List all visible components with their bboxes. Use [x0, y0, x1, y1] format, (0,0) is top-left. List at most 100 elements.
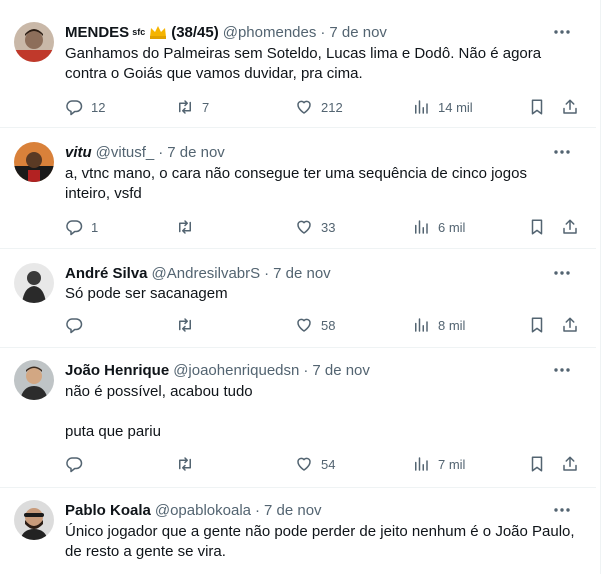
- reply-button[interactable]: [65, 454, 91, 474]
- bookmark-button[interactable]: [528, 315, 546, 335]
- like-button[interactable]: 58: [295, 315, 335, 335]
- reply-icon: [66, 100, 83, 116]
- tweet-actions: 1 33 6 mil: [65, 217, 585, 237]
- tweet-actions: 12 7 212 14 mil: [65, 97, 585, 117]
- more-icon[interactable]: [552, 24, 572, 40]
- reply-button[interactable]: 12: [65, 97, 105, 117]
- bookmark-icon: [531, 99, 543, 115]
- views-button[interactable]: 8 mil: [412, 315, 465, 335]
- reply-icon: [66, 457, 83, 473]
- tweet-text: Único jogador que a gente não pode perde…: [65, 522, 575, 562]
- avatar[interactable]: [14, 22, 54, 62]
- timestamp[interactable]: 7 de nov: [264, 502, 322, 519]
- display-name[interactable]: MENDES: [65, 24, 129, 41]
- share-button[interactable]: [561, 454, 579, 474]
- reply-icon: [66, 318, 83, 334]
- tweet-text-line: Só pode ser sacanagem: [65, 285, 228, 302]
- tweet-text: não é possível, acabou tudo puta que par…: [65, 382, 575, 442]
- handle[interactable]: @vitusf_: [96, 144, 155, 161]
- like-icon: [297, 100, 311, 114]
- handle[interactable]: @phomendes: [223, 24, 317, 41]
- retweet-button[interactable]: [176, 454, 202, 474]
- views-button[interactable]: 7 mil: [412, 454, 465, 474]
- more-icon[interactable]: [552, 265, 572, 281]
- retweet-icon: [179, 457, 191, 471]
- crown-icon: [150, 26, 167, 39]
- tweet-actions: 54 7 mil: [65, 454, 585, 474]
- tweet-text-line: Ganhamos do Palmeiras sem Soteldo, Lucas…: [65, 45, 542, 82]
- more-icon[interactable]: [552, 362, 572, 378]
- timestamp[interactable]: 7 de nov: [312, 362, 370, 379]
- avatar[interactable]: [14, 360, 54, 400]
- display-name[interactable]: João Henrique: [65, 362, 169, 379]
- retweet-count: 7: [202, 99, 210, 115]
- views-button[interactable]: 6 mil: [412, 217, 465, 237]
- reply-button[interactable]: [65, 315, 91, 335]
- retweet-icon: [179, 100, 191, 114]
- like-icon: [297, 457, 311, 471]
- share-button[interactable]: [561, 315, 579, 335]
- separator: ·: [264, 264, 270, 282]
- avatar[interactable]: [14, 263, 54, 303]
- display-name[interactable]: vitu: [65, 144, 92, 161]
- timestamp[interactable]: 7 de nov: [329, 24, 387, 41]
- tweet[interactable]: MENDES sfc (38/45) @phomendes · 7 de nov…: [0, 0, 596, 128]
- view-count: 7 mil: [438, 456, 466, 472]
- more-icon[interactable]: [552, 144, 572, 160]
- avatar[interactable]: [14, 142, 54, 182]
- views-icon: [415, 220, 428, 234]
- separator: ·: [303, 361, 309, 379]
- share-button[interactable]: [561, 217, 579, 237]
- view-count: 8 mil: [438, 317, 466, 333]
- more-icon[interactable]: [552, 502, 572, 518]
- tweet[interactable]: vitu @vitusf_ · 7 de nov a, vtnc mano, o…: [0, 128, 596, 249]
- reply-count: 1: [91, 219, 99, 235]
- tweet[interactable]: André Silva @AndresilvabrS · 7 de nov Só…: [0, 249, 596, 348]
- bookmark-button[interactable]: [528, 217, 546, 237]
- tweet-text-line: puta que pariu: [65, 423, 161, 440]
- name-superscript: sfc: [132, 27, 146, 37]
- handle[interactable]: @opablokoala: [155, 502, 251, 519]
- view-count: 6 mil: [438, 219, 466, 235]
- share-button[interactable]: [561, 97, 579, 117]
- bookmark-button[interactable]: [528, 454, 546, 474]
- timestamp[interactable]: 7 de nov: [273, 265, 331, 282]
- like-count: 54: [321, 456, 336, 472]
- retweet-button[interactable]: 7: [176, 97, 209, 117]
- avatar[interactable]: [14, 500, 54, 540]
- like-button[interactable]: 33: [295, 217, 335, 237]
- retweet-button[interactable]: [176, 217, 202, 237]
- like-button[interactable]: 54: [295, 454, 335, 474]
- bookmark-icon: [531, 219, 543, 235]
- view-count: 14 mil: [438, 99, 473, 115]
- views-icon: [415, 100, 428, 114]
- retweet-button[interactable]: [176, 315, 202, 335]
- handle[interactable]: @joaohenriquedsn: [173, 362, 299, 379]
- views-icon: [415, 318, 428, 332]
- name-suffix: (38/45): [171, 23, 219, 41]
- share-icon: [563, 456, 577, 471]
- separator: ·: [320, 23, 326, 41]
- tweet[interactable]: João Henrique @joaohenriquedsn · 7 de no…: [0, 348, 596, 488]
- tweet-text-line: Único jogador que a gente não pode perde…: [65, 523, 575, 560]
- timestamp[interactable]: 7 de nov: [167, 144, 225, 161]
- views-icon: [415, 457, 428, 471]
- reply-button[interactable]: 1: [65, 217, 98, 237]
- reply-count: 12: [91, 99, 106, 115]
- bookmark-button[interactable]: [528, 97, 546, 117]
- tweet-text: Só pode ser sacanagem: [65, 284, 575, 304]
- retweet-icon: [179, 318, 191, 332]
- like-count: 58: [321, 317, 336, 333]
- tweet-text: Ganhamos do Palmeiras sem Soteldo, Lucas…: [65, 44, 575, 84]
- display-name[interactable]: Pablo Koala: [65, 502, 151, 519]
- display-name[interactable]: André Silva: [65, 265, 148, 282]
- like-button[interactable]: 212: [295, 97, 343, 117]
- bookmark-icon: [531, 456, 543, 472]
- bookmark-icon: [531, 317, 543, 333]
- handle[interactable]: @AndresilvabrS: [152, 265, 261, 282]
- share-icon: [563, 317, 577, 332]
- views-button[interactable]: 14 mil: [412, 97, 473, 117]
- tweet[interactable]: Pablo Koala @opablokoala · 7 de nov Únic…: [0, 488, 596, 574]
- tweet-text-line: não é possível, acabou tudo: [65, 383, 253, 400]
- like-icon: [297, 318, 311, 332]
